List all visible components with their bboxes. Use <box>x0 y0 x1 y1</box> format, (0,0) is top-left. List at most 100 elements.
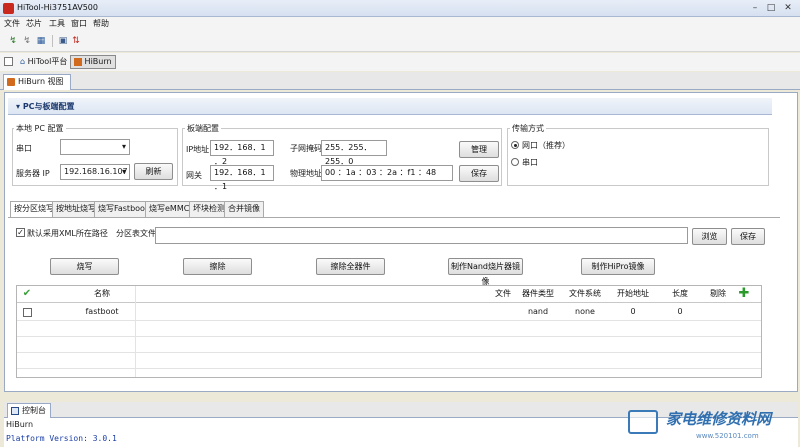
tab-merge-image[interactable]: 合并镜像 <box>224 201 264 217</box>
tab-emmc-burn[interactable]: 烧写eMMC <box>145 201 194 217</box>
menu-file[interactable]: 文件 <box>4 18 20 29</box>
transfer-group <box>507 128 769 186</box>
row-divider <box>17 320 761 321</box>
row-checkbox[interactable] <box>23 308 32 317</box>
ip-field[interactable]: 192．168．1 ．2 <box>210 140 274 166</box>
col-start-address: 开始地址 <box>617 289 649 298</box>
radio-serial[interactable] <box>511 158 519 166</box>
maximize-icon[interactable]: □ <box>764 2 778 14</box>
server-ip-label: 服务器 IP <box>16 169 50 178</box>
make-hipro-image-button[interactable]: 制作HiPro镜像 <box>581 258 655 275</box>
board-group-label: 板端配置 <box>185 123 221 134</box>
tab-console-label: 控制台 <box>22 406 46 415</box>
watermark-url: www.520101.com <box>696 432 759 440</box>
transfer-group-label: 传输方式 <box>510 123 546 134</box>
mac-label: 物理地址 <box>290 169 322 178</box>
local-pc-group-label: 本地 PC 配置 <box>14 123 66 134</box>
row-device-type: nand <box>527 307 549 316</box>
view-tab-bar: HiBurn 视图 <box>0 72 800 90</box>
board-icon[interactable]: ▣ <box>58 36 68 46</box>
open-perspective-icon[interactable] <box>4 57 13 66</box>
menu-help[interactable]: 帮助 <box>93 18 109 29</box>
row-name: fastboot <box>85 307 119 316</box>
row-divider <box>17 336 761 337</box>
radio-net-label: 网口（推荐） <box>522 141 570 150</box>
partition-save-button[interactable]: 保存 <box>731 228 765 245</box>
tab-partition-burn[interactable]: 按分区烧写 <box>10 201 58 218</box>
menu-bar: 文件 芯片 工具 窗口 帮助 <box>0 17 800 30</box>
serial-select[interactable] <box>60 139 130 155</box>
menu-chip[interactable]: 芯片 <box>26 18 42 29</box>
erase-all-button[interactable]: 擦除全器件 <box>316 258 385 275</box>
erase-button[interactable]: 擦除 <box>183 258 252 275</box>
console-line: Platform Version: 3.0.1 <box>6 434 117 443</box>
row-file[interactable] <box>493 305 513 319</box>
make-nand-image-button[interactable]: 制作Nand烧片器镜像 <box>448 258 523 286</box>
burn-button[interactable]: 烧写 <box>50 258 119 275</box>
select-all-check-icon[interactable]: ✔ <box>21 286 33 301</box>
col-divider <box>135 286 136 377</box>
radio-net[interactable] <box>511 141 519 149</box>
browse-button[interactable]: 浏览 <box>692 228 727 245</box>
toolbar-divider <box>52 35 53 47</box>
tab-fastboot-burn[interactable]: 烧写Fastboot <box>94 201 153 217</box>
row-skip[interactable] <box>703 305 733 319</box>
tab-hiburn-view-label: HiBurn 视图 <box>18 77 64 86</box>
perspective-hitool-label: HiTool平台 <box>27 57 68 66</box>
tab-console[interactable]: 控制台 <box>7 403 51 418</box>
xml-path-label: 默认采用XML所在路径 <box>27 229 108 238</box>
radio-serial-label: 串口 <box>522 158 538 167</box>
close-icon[interactable]: ✕ <box>781 2 795 14</box>
tv-icon <box>628 410 658 434</box>
partition-file-label: 分区表文件 <box>116 229 156 238</box>
tab-badblock-check[interactable]: 坏块检测 <box>189 201 229 217</box>
col-skip: 剔除 <box>710 289 726 298</box>
chip-icon[interactable]: ▦ <box>36 36 46 46</box>
perspective-hiburn[interactable]: HiBurn <box>70 55 116 69</box>
mac-field[interactable]: 00 ：1a ：03 ：2a ：f1 ：48 <box>321 165 453 181</box>
section-title: ▾ PC与板端配置 <box>16 102 75 111</box>
menu-tools[interactable]: 工具 <box>49 18 65 29</box>
toolbar: ↯ ↯ ▦ ▣ ⇅ <box>0 30 800 52</box>
title-bar: HiTool-Hi3751AV500 – □ ✕ <box>0 0 800 17</box>
col-filesystem: 文件系统 <box>569 289 601 298</box>
row-length: 0 <box>677 307 683 316</box>
add-row-icon[interactable]: ✚ <box>735 286 753 301</box>
hiburn-view-icon <box>7 78 15 86</box>
manage-button[interactable]: 管理 <box>459 141 499 158</box>
perspective-bar: ⌂ HiTool平台 HiBurn <box>0 53 800 71</box>
console-source: HiBurn <box>6 420 34 429</box>
server-ip-select[interactable]: 192.168.16.107 <box>60 164 130 180</box>
connect-icon[interactable]: ↯ <box>8 36 18 46</box>
minimize-icon[interactable]: – <box>748 2 762 14</box>
tab-address-burn[interactable]: 按地址烧写 <box>52 201 100 217</box>
col-length: 长度 <box>672 289 688 298</box>
window-title: HiTool-Hi3751AV500 <box>17 3 98 12</box>
serial-label: 串口 <box>16 144 32 153</box>
mask-label: 子网掩码 <box>290 144 322 153</box>
app-icon <box>3 3 14 14</box>
perspective-hitool[interactable]: ⌂ HiTool平台 <box>16 55 71 69</box>
menu-window[interactable]: 窗口 <box>71 18 87 29</box>
row-divider <box>17 352 761 353</box>
col-name: 名称 <box>94 289 110 298</box>
home-icon: ⌂ <box>20 57 26 66</box>
section-header[interactable]: ▾ PC与板端配置 <box>8 98 772 115</box>
mask-field[interactable]: 255．255．255．0 <box>321 140 387 166</box>
tab-hiburn-view[interactable]: HiBurn 视图 <box>3 74 71 90</box>
board-save-button[interactable]: 保存 <box>459 165 499 182</box>
partition-file-field[interactable] <box>155 227 688 244</box>
tab-baseline <box>8 217 780 218</box>
gateway-field[interactable]: 192．168．1 ．1 <box>210 165 274 191</box>
watermark-logo: 家电维修资料网 www.520101.com <box>626 404 798 446</box>
hiburn-icon <box>74 57 82 66</box>
transfer-icon[interactable]: ⇅ <box>71 36 81 46</box>
row-divider <box>17 368 761 369</box>
refresh-button[interactable]: 刷新 <box>134 163 173 180</box>
watermark-text: 家电维修资料网 <box>666 410 772 428</box>
xml-path-checkbox[interactable]: ✓ <box>16 228 25 237</box>
console-icon <box>11 407 19 415</box>
partition-table: ✔ 名称 文件 器件类型 文件系统 开始地址 长度 剔除 ✚ fastboot … <box>16 285 762 378</box>
disconnect-icon[interactable]: ↯ <box>22 36 32 46</box>
ip-label: IP地址 <box>186 145 210 154</box>
